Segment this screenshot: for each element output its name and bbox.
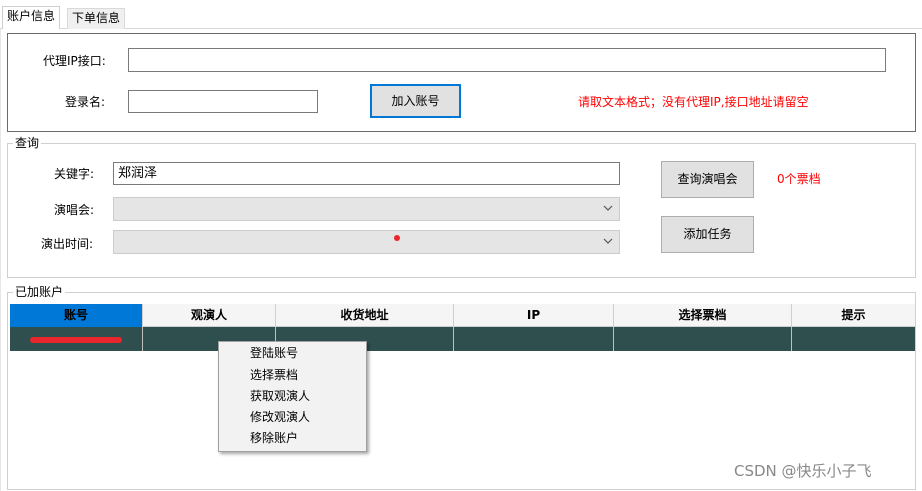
time-label: 演出时间: [41,237,94,251]
login-input[interactable] [128,90,318,113]
tab-strip-line [0,28,922,29]
red-dot-marker [394,235,400,241]
cell-account[interactable] [10,327,143,351]
query-group-title: 查询 [13,136,42,150]
menu-item-get-viewer[interactable]: 获取观演人 [219,386,366,407]
menu-item-edit-viewer[interactable]: 修改观演人 [219,407,366,428]
proxy-hint: 请取文本格式；没有代理IP,接口地址请留空 [578,95,809,109]
redaction-mark [30,337,122,343]
keyword-input[interactable]: 郑润泽 [113,162,620,185]
menu-item-login[interactable]: 登陆账号 [219,343,366,364]
column-header-ticket[interactable]: 选择票档 [614,304,792,327]
menu-item-remove-account[interactable]: 移除账户 [219,428,366,449]
add-account-button[interactable]: 加入账号 [370,84,461,118]
chevron-down-icon [603,205,613,211]
accounts-group-title: 已加账户 [13,285,66,299]
table-row[interactable] [10,327,915,351]
cell-ticket[interactable] [614,327,792,351]
cell-ip[interactable] [454,327,614,351]
proxy-label: 代理IP接口: [43,54,106,68]
ticket-count: 0个票档 [777,172,821,186]
add-task-button[interactable]: 添加任务 [661,216,754,253]
column-header-account[interactable]: 账号 [10,304,143,327]
grid-header: 账号 观演人 收货地址 IP 选择票档 提示 [10,304,915,327]
column-header-ip[interactable]: IP [454,304,614,327]
menu-item-select-ticket[interactable]: 选择票档 [219,365,366,386]
chevron-down-icon [603,238,613,244]
login-label: 登录名: [65,95,106,109]
time-select[interactable] [113,230,620,254]
column-header-tip[interactable]: 提示 [792,304,915,327]
tab-order-info[interactable]: 下单信息 [67,8,126,29]
query-concert-button[interactable]: 查询演唱会 [661,161,754,198]
concert-select[interactable] [113,197,620,221]
keyword-label: 关键字: [54,167,95,181]
cell-tip[interactable] [792,327,915,351]
tab-account-info[interactable]: 账户信息 [2,6,61,29]
watermark: CSDN @快乐小子飞 [734,462,872,480]
column-header-address[interactable]: 收货地址 [276,304,454,327]
concert-label: 演唱会: [54,203,95,217]
context-menu: 登陆账号 选择票档 获取观演人 修改观演人 移除账户 [218,341,367,452]
column-header-viewer[interactable]: 观演人 [143,304,276,327]
proxy-input[interactable] [128,48,886,72]
